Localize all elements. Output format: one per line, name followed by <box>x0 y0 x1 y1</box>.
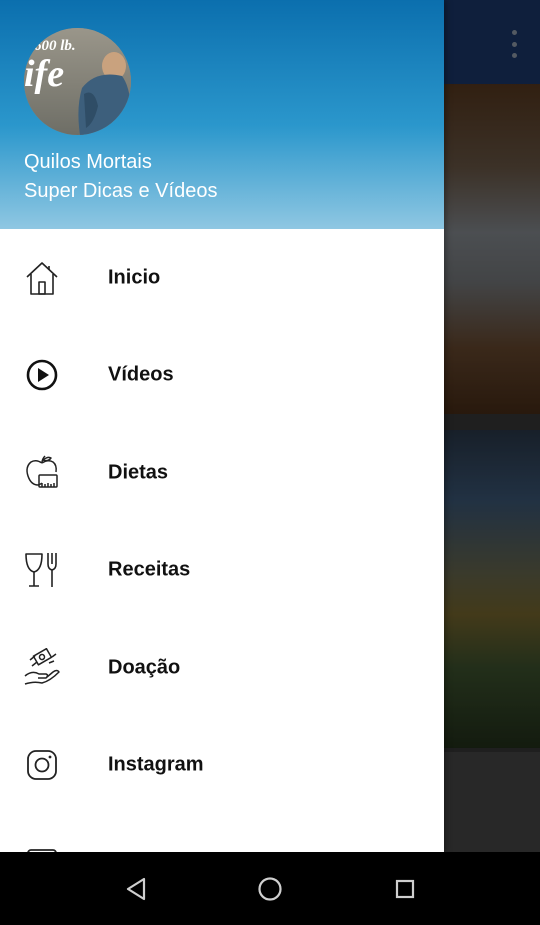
menu-item-receitas[interactable]: Receitas <box>0 522 444 620</box>
partial-item-icon <box>22 843 62 852</box>
menu-item-label: Inicio <box>108 266 161 289</box>
menu-item-instagram[interactable]: Instagram <box>0 717 444 815</box>
menu-item-label: Receitas <box>108 558 191 581</box>
header-title: Quilos Mortais <box>24 151 152 173</box>
avatar-logo-text-main: ife <box>24 53 64 95</box>
recents-square-icon[interactable] <box>392 876 418 902</box>
play-circle-icon <box>22 355 62 395</box>
avatar[interactable]: 600 lb. ife <box>24 28 131 135</box>
avatar-logo-text-top: 600 lb. <box>34 38 76 54</box>
menu-item-label: Doação <box>108 656 181 679</box>
menu-item-dietas[interactable]: Dietas <box>0 424 444 522</box>
apple-scale-icon <box>22 453 62 493</box>
navigation-drawer: 600 lb. ife Quilos Mortais Super Dicas e… <box>0 0 444 852</box>
menu-item-label: Dietas <box>108 461 169 484</box>
drawer-menu: Inicio Vídeos Dietas Receitas Doação Ins… <box>0 229 444 852</box>
menu-item-label: Vídeos <box>108 363 174 386</box>
home-icon <box>22 258 62 298</box>
home-circle-icon[interactable] <box>257 876 283 902</box>
menu-item-partial[interactable] <box>0 814 444 852</box>
glass-fork-icon <box>22 550 62 590</box>
system-navigation-bar <box>0 852 540 925</box>
drawer-header: 600 lb. ife Quilos Mortais Super Dicas e… <box>0 0 444 229</box>
menu-item-doacao[interactable]: Doação <box>0 619 444 717</box>
menu-item-videos[interactable]: Vídeos <box>0 327 444 425</box>
instagram-icon <box>22 745 62 785</box>
header-subtitle: Super Dicas e Vídeos <box>24 180 218 202</box>
menu-item-label: Instagram <box>108 753 204 776</box>
back-triangle-icon[interactable] <box>123 876 149 902</box>
donate-hand-icon <box>22 647 62 688</box>
menu-item-inicio[interactable]: Inicio <box>0 229 444 327</box>
